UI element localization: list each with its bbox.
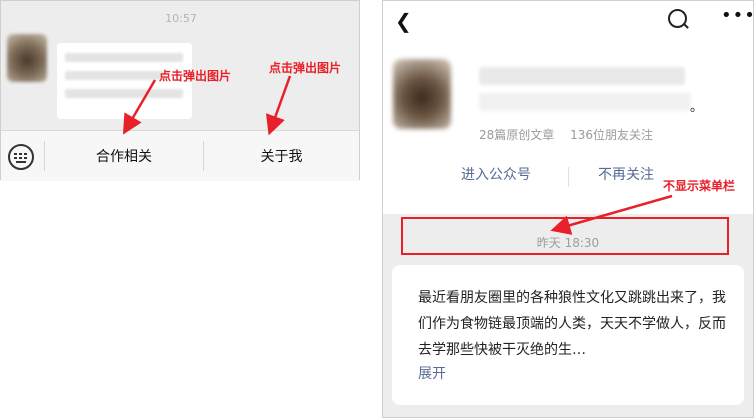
unfollow-button[interactable]: 不再关注 bbox=[598, 164, 654, 184]
feed-timestamp: 昨天 18:30 bbox=[536, 236, 600, 250]
account-stats: 28篇原创文章 136位朋友关注 bbox=[479, 126, 665, 143]
expand-link[interactable]: 展开 bbox=[418, 363, 446, 383]
back-arrow-icon[interactable]: ❮ bbox=[395, 9, 412, 33]
annotation-label-cooperation: 点击弹出图片 bbox=[159, 69, 232, 83]
watermark: 百家号/微商工场 bbox=[601, 389, 697, 404]
annotation-label-no-menu: 不显示菜单栏 bbox=[663, 179, 736, 193]
description-period: 。 bbox=[690, 100, 704, 115]
official-account-profile: ❮ ••• 。 28篇原创文章 136位朋友关注 进入公众号 不再关注 昨天 1… bbox=[382, 0, 754, 418]
chat-menu-bar: 合作相关 关于我 bbox=[1, 130, 359, 181]
more-options-icon[interactable]: ••• bbox=[721, 5, 753, 26]
blurred-text-line bbox=[65, 71, 165, 80]
annotation-label-about: 点击弹出图片 bbox=[269, 61, 342, 75]
chat-window-left: 10:57 合作相关 关于我 点击弹出图片 点击弹出图片 bbox=[0, 0, 360, 181]
message-feed: 昨天 18:30 最近看朋友圈里的各种狼性文化又跳跳出来了，我们作为食物链最顶端… bbox=[383, 214, 753, 417]
account-name-blurred bbox=[479, 67, 685, 85]
account-description-blurred bbox=[479, 93, 691, 111]
menu-item-about-me[interactable]: 关于我 bbox=[204, 146, 359, 166]
blurred-text-line bbox=[65, 89, 183, 98]
account-avatar bbox=[393, 59, 451, 129]
message-card[interactable]: 最近看朋友圈里的各种狼性文化又跳跳出来了，我们作为食物链最顶端的人类，天天不学做… bbox=[392, 265, 744, 405]
follower-count[interactable]: 136位朋友关注 bbox=[570, 128, 653, 142]
action-divider bbox=[568, 167, 569, 187]
message-text: 最近看朋友圈里的各种狼性文化又跳跳出来了，我们作为食物链最顶端的人类，天天不学做… bbox=[418, 290, 726, 358]
article-count: 28篇原创文章 bbox=[479, 128, 555, 142]
chat-timestamp: 10:57 bbox=[165, 12, 197, 25]
sender-avatar[interactable] bbox=[7, 34, 47, 82]
blurred-text-line bbox=[65, 53, 183, 62]
enter-account-button[interactable]: 进入公众号 bbox=[461, 164, 531, 184]
menu-item-cooperation[interactable]: 合作相关 bbox=[45, 146, 203, 166]
keyboard-icon[interactable] bbox=[8, 144, 34, 170]
search-icon[interactable] bbox=[668, 9, 687, 28]
